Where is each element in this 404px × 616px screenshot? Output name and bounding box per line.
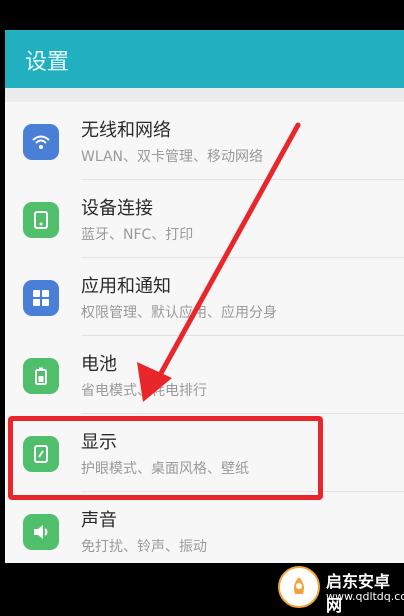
page-title: 设置 [25,50,70,75]
settings-item-title: 应用和通知 [81,276,171,297]
settings-item-sound[interactable]: 声音 免打扰、铃声、振动 [5,492,404,563]
settings-item-subtitle: 蓝牙、NFC、打印 [81,227,194,243]
settings-item-wireless-network[interactable]: 无线和网络 WLAN、双卡管理、移动网络 [5,102,404,180]
header-divider [5,88,404,102]
settings-item-subtitle: 省电模式、耗电排行 [81,383,207,399]
settings-item-subtitle: WLAN、双卡管理、移动网络 [81,149,264,165]
settings-item-title: 无线和网络 [81,120,171,141]
settings-item-subtitle: 免打扰、铃声、振动 [81,539,207,555]
sound-icon [23,514,59,550]
settings-item-title: 电池 [81,354,117,375]
battery-icon [23,358,59,394]
settings-item-title: 声音 [81,510,117,531]
settings-item-apps-notifications[interactable]: 应用和通知 权限管理、默认应用、应用分身 [5,258,404,336]
app-header: 设置 [5,30,404,88]
wifi-icon [23,124,59,160]
device-connect-icon [23,202,59,238]
settings-item-device-connection[interactable]: 设备连接 蓝牙、NFC、打印 [5,180,404,258]
settings-item-subtitle: 权限管理、默认应用、应用分身 [81,305,277,321]
watermark-url: www.qdltdq.com [326,590,404,603]
site-watermark: 启东安卓网 www.qdltdq.com [278,566,404,615]
watermark-logo-icon [278,566,320,608]
settings-item-title: 设备连接 [81,198,153,219]
apps-icon [23,280,59,316]
display-highlight-box [8,416,323,500]
settings-item-battery[interactable]: 电池 省电模式、耗电排行 [5,336,404,414]
